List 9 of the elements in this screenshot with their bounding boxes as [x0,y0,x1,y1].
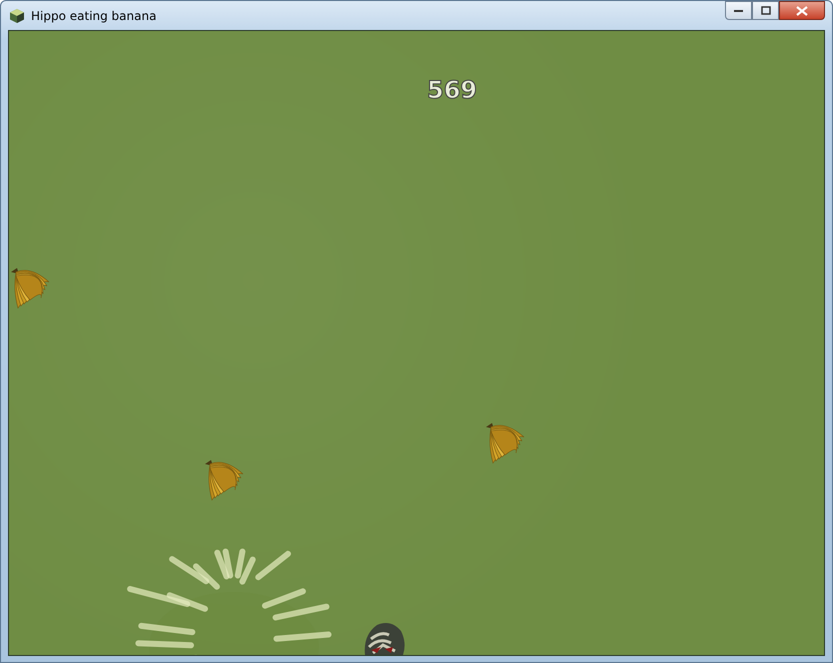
score: 569 [427,76,478,104]
close-icon [796,6,808,16]
close-button[interactable] [779,1,825,20]
minimize-button[interactable] [725,1,752,20]
cube-icon [9,8,25,24]
maximize-icon [760,6,770,15]
window-title: Hippo eating banana [31,8,156,22]
minimize-icon [734,8,744,12]
maximize-button[interactable] [752,1,779,20]
